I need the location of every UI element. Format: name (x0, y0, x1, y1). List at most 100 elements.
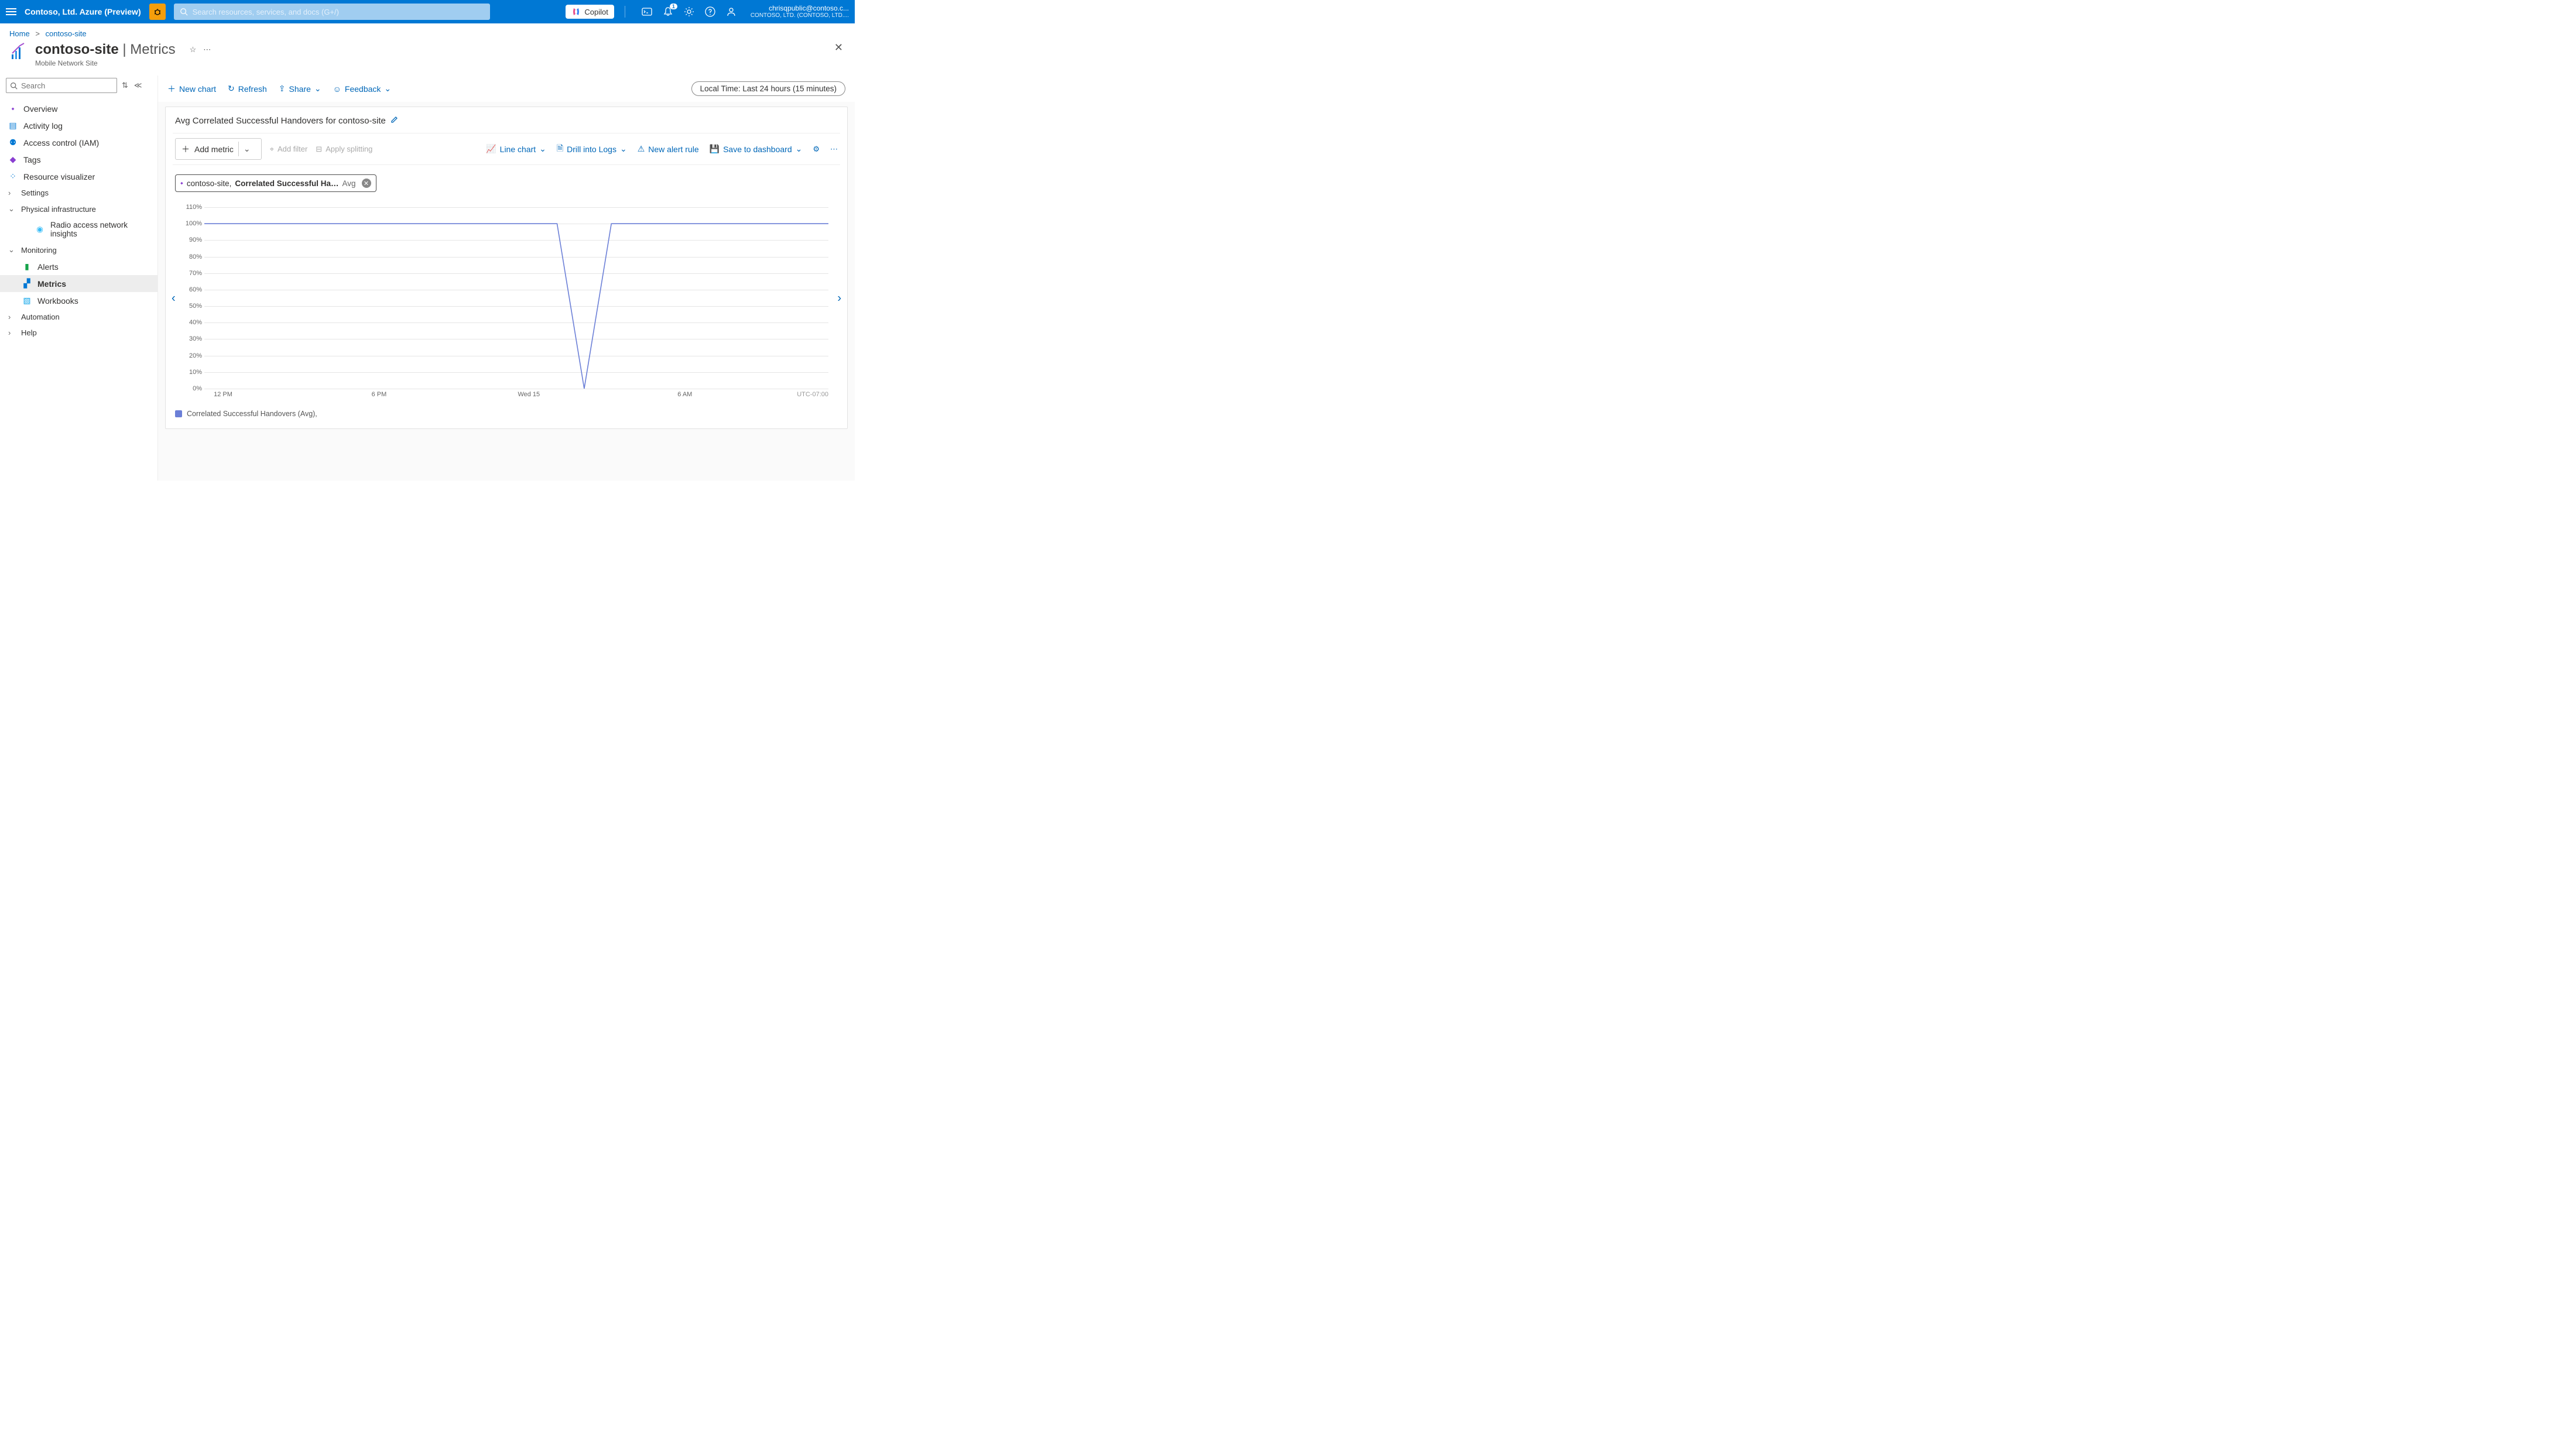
sidebar-item-overview[interactable]: ⬩Overview (0, 100, 157, 117)
tag-icon: ◆ (8, 155, 18, 164)
chevron-down-icon: ⌄ (539, 144, 546, 154)
edit-icon[interactable] (390, 115, 399, 126)
sidebar-item-help[interactable]: ›Help (0, 325, 157, 341)
more-icon[interactable]: ⋯ (203, 45, 211, 54)
save-dashboard-button[interactable]: 💾Save to dashboard⌄ (710, 144, 803, 154)
cloud-shell-icon[interactable] (642, 6, 652, 17)
chevron-down-icon: ⌄ (796, 144, 803, 154)
page-title: contoso-site | Metrics (35, 42, 176, 58)
gear-icon[interactable]: ⚙ (813, 145, 820, 154)
sidebar-item-resource-visualizer[interactable]: ⁘Resource visualizer (0, 168, 157, 185)
drill-logs-button[interactable]: 🗎Drill into Logs⌄ (557, 142, 627, 156)
search-icon (10, 82, 18, 90)
resource-type: Mobile Network Site (35, 59, 176, 67)
visualizer-icon: ⁘ (8, 171, 18, 181)
help-icon[interactable] (705, 6, 715, 17)
chart-type-button[interactable]: 📈Line chart⌄ (486, 144, 546, 154)
metrics-icon: ▞ (22, 279, 32, 289)
close-icon[interactable]: ✕ (834, 42, 843, 54)
global-search[interactable] (174, 4, 490, 20)
refresh-icon: ↻ (228, 84, 235, 94)
sidebar-item-alerts[interactable]: ▮Alerts (0, 258, 157, 275)
insights-icon: ◉ (35, 225, 44, 234)
menu-icon[interactable] (6, 8, 16, 15)
tenant-brand[interactable]: Contoso, Ltd. Azure (Preview) (25, 7, 141, 16)
chevron-down-icon: ⌄ (8, 204, 15, 214)
breadcrumb-home[interactable]: Home (9, 29, 30, 38)
global-search-input[interactable] (193, 8, 484, 16)
sidebar-item-activity-log[interactable]: ▤Activity log (0, 117, 157, 134)
save-icon: 💾 (710, 144, 720, 154)
sort-icon[interactable]: ⇅ (122, 81, 128, 90)
sidebar-item-settings[interactable]: ›Settings (0, 185, 157, 201)
pin-icon: ⬩ (8, 104, 18, 114)
search-icon (180, 8, 188, 16)
plus-icon: ＋ (167, 83, 176, 95)
alerts-icon: ▮ (22, 262, 32, 272)
collapse-icon[interactable]: ≪ (134, 81, 142, 90)
metric-chip[interactable]: ⬩ contoso-site, Correlated Successful Ha… (175, 174, 376, 192)
feedback-button[interactable]: ☺Feedback⌄ (333, 84, 392, 94)
sidebar-item-physical-infra[interactable]: ⌄Physical infrastructure (0, 201, 157, 217)
breadcrumb: Home > contoso-site (0, 23, 855, 38)
global-header: Contoso, Ltd. Azure (Preview) Copilot 1 … (0, 0, 855, 23)
plus-icon: ＋ (181, 143, 190, 155)
time-range-picker[interactable]: Local Time: Last 24 hours (15 minutes) (691, 81, 845, 96)
resource-sidebar: ⇅ ≪ ⬩Overview ▤Activity log ⚉Access cont… (0, 76, 158, 481)
remove-metric-icon[interactable]: ✕ (362, 179, 371, 188)
more-icon[interactable]: ⋯ (830, 145, 838, 154)
chevron-right-icon: › (8, 313, 15, 321)
add-metric-button[interactable]: ＋ Add metric ⌄ (175, 138, 262, 160)
chevron-down-icon: ⌄ (620, 144, 627, 154)
chevron-down-icon[interactable]: ⌄ (238, 142, 255, 156)
copilot-button[interactable]: Copilot (566, 5, 614, 19)
sidebar-item-workbooks[interactable]: ▧Workbooks (0, 292, 157, 309)
main-content: ＋New chart ↻Refresh ⇪Share⌄ ☺Feedback⌄ L… (158, 76, 855, 481)
refresh-button[interactable]: ↻Refresh (228, 84, 267, 94)
notifications-icon[interactable]: 1 (663, 6, 673, 17)
breadcrumb-site[interactable]: contoso-site (46, 29, 87, 38)
split-icon: ⊟ (316, 145, 322, 154)
sidebar-item-ran-insights[interactable]: ◉Radio access network insights (0, 217, 157, 242)
legend-swatch (175, 410, 182, 417)
sidebar-item-metrics[interactable]: ▞Metrics (0, 275, 157, 292)
account-menu[interactable]: chrisqpublic@contoso.c... CONTOSO, LTD. … (751, 4, 849, 19)
chevron-right-icon: › (8, 328, 15, 337)
people-icon: ⚉ (8, 138, 18, 147)
prev-chart-icon[interactable]: ‹ (172, 292, 176, 306)
chevron-down-icon: ⌄ (384, 84, 391, 94)
share-button[interactable]: ⇪Share⌄ (279, 84, 321, 94)
filter-icon: ⌖ (270, 145, 274, 154)
add-filter-button[interactable]: ⌖Add filter (270, 145, 308, 154)
chart-title: Avg Correlated Successful Handovers for … (175, 116, 386, 126)
workbooks-icon: ▧ (22, 296, 32, 306)
sidebar-item-automation[interactable]: ›Automation (0, 309, 157, 325)
copilot-label: Copilot (584, 8, 608, 16)
apply-splitting-button[interactable]: ⊟Apply splitting (316, 145, 372, 154)
metrics-toolbar: ＋New chart ↻Refresh ⇪Share⌄ ☺Feedback⌄ L… (158, 76, 855, 102)
smile-icon: ☺ (333, 84, 341, 94)
line-chart-icon: 📈 (486, 144, 496, 154)
favorite-icon[interactable]: ☆ (190, 45, 197, 54)
chip-agg: Avg (342, 179, 355, 188)
alert-icon: ⚠ (638, 144, 645, 154)
new-chart-button[interactable]: ＋New chart (167, 83, 216, 95)
sidebar-item-iam[interactable]: ⚉Access control (IAM) (0, 134, 157, 151)
bug-icon[interactable] (149, 4, 166, 20)
sidebar-item-tags[interactable]: ◆Tags (0, 151, 157, 168)
sidebar-search-input[interactable] (21, 81, 113, 90)
settings-icon[interactable] (684, 6, 694, 17)
sidebar-search[interactable] (6, 78, 117, 93)
copilot-icon (571, 7, 581, 16)
page-header: contoso-site | Metrics Mobile Network Si… (0, 38, 855, 76)
chip-scope: contoso-site, (187, 179, 232, 188)
chevron-down-icon: ⌄ (314, 84, 321, 94)
line-chart[interactable]: 110%100%90%80%70%60%50%40%30%20%10%0% (204, 207, 828, 389)
sidebar-item-monitoring[interactable]: ⌄Monitoring (0, 242, 157, 258)
account-tenant: CONTOSO, LTD. (CONTOSO, LTD.... (751, 12, 849, 19)
chip-metric: Correlated Successful Ha… (235, 179, 338, 188)
legend-label: Correlated Successful Handovers (Avg), (187, 410, 317, 418)
new-alert-button[interactable]: ⚠New alert rule (638, 144, 699, 154)
feedback-icon[interactable] (726, 6, 737, 17)
next-chart-icon[interactable]: › (837, 292, 841, 306)
